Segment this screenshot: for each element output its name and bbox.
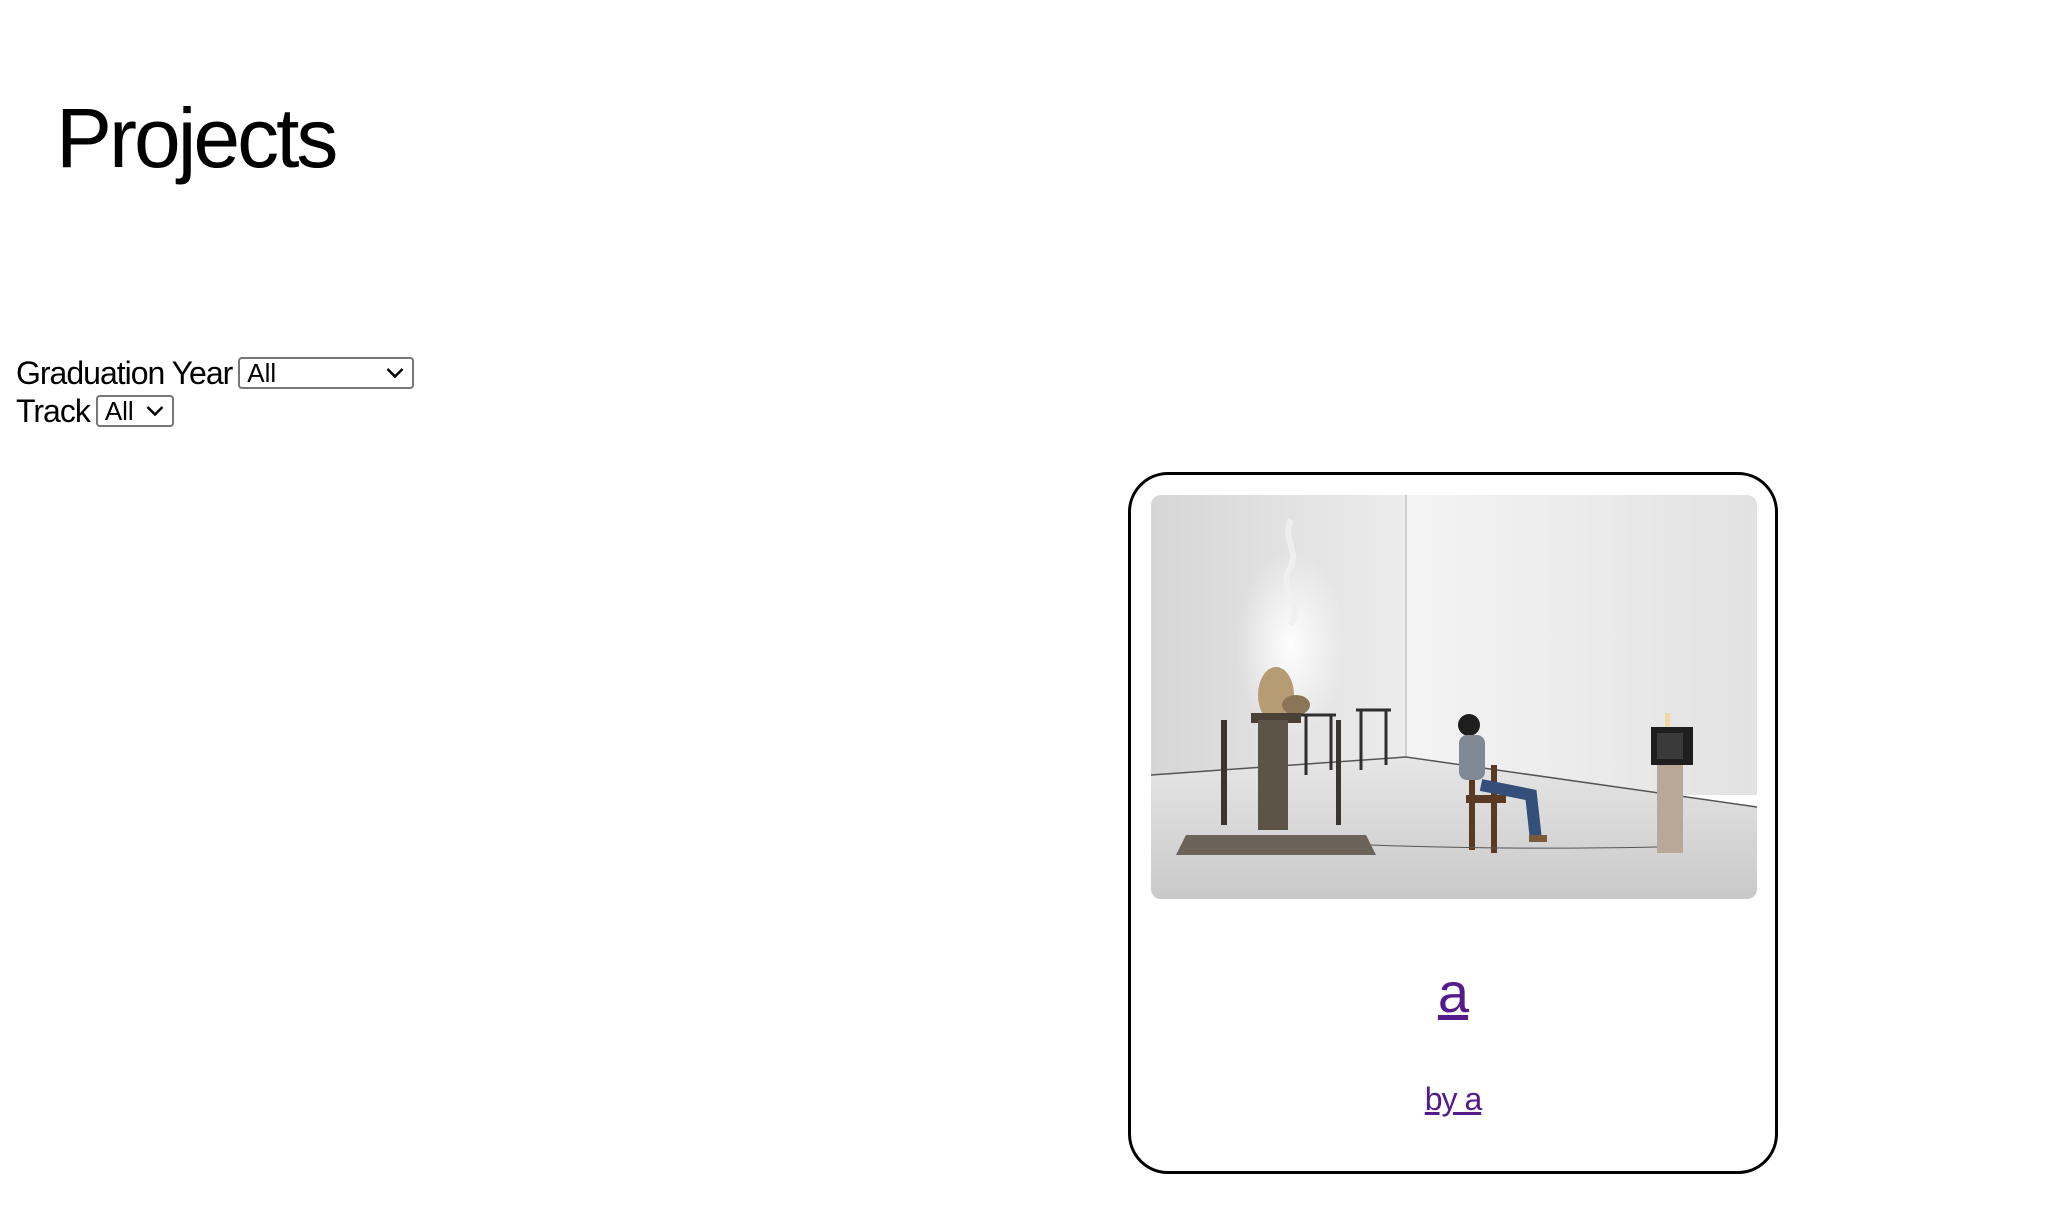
chevron-down-icon: [382, 363, 408, 383]
installation-photo[interactable]: [1151, 495, 1757, 899]
graduation-year-label: Graduation Year: [16, 355, 233, 391]
track-label: Track: [16, 393, 91, 429]
graduation-year-select-value: All: [247, 358, 277, 388]
track-select[interactable]: All: [95, 395, 174, 427]
project-author-link[interactable]: by a: [1425, 1081, 1482, 1117]
track-filter: Track All: [16, 392, 414, 430]
project-title-link[interactable]: a: [1438, 961, 1469, 1024]
chevron-down-icon: [142, 401, 168, 421]
project-card[interactable]: a by a: [1128, 472, 1778, 1174]
project-author: by a: [1131, 1081, 1775, 1118]
graduation-year-filter: Graduation Year All: [16, 354, 415, 392]
page-title: Projects: [56, 91, 338, 185]
track-select-value: All: [104, 396, 134, 426]
graduation-year-select[interactable]: All: [238, 357, 415, 389]
filters: Graduation Year All Track All: [16, 354, 415, 430]
project-title: a: [1131, 965, 1775, 1021]
projects-page: Projects Graduation Year All Track All a…: [0, 0, 2072, 1220]
